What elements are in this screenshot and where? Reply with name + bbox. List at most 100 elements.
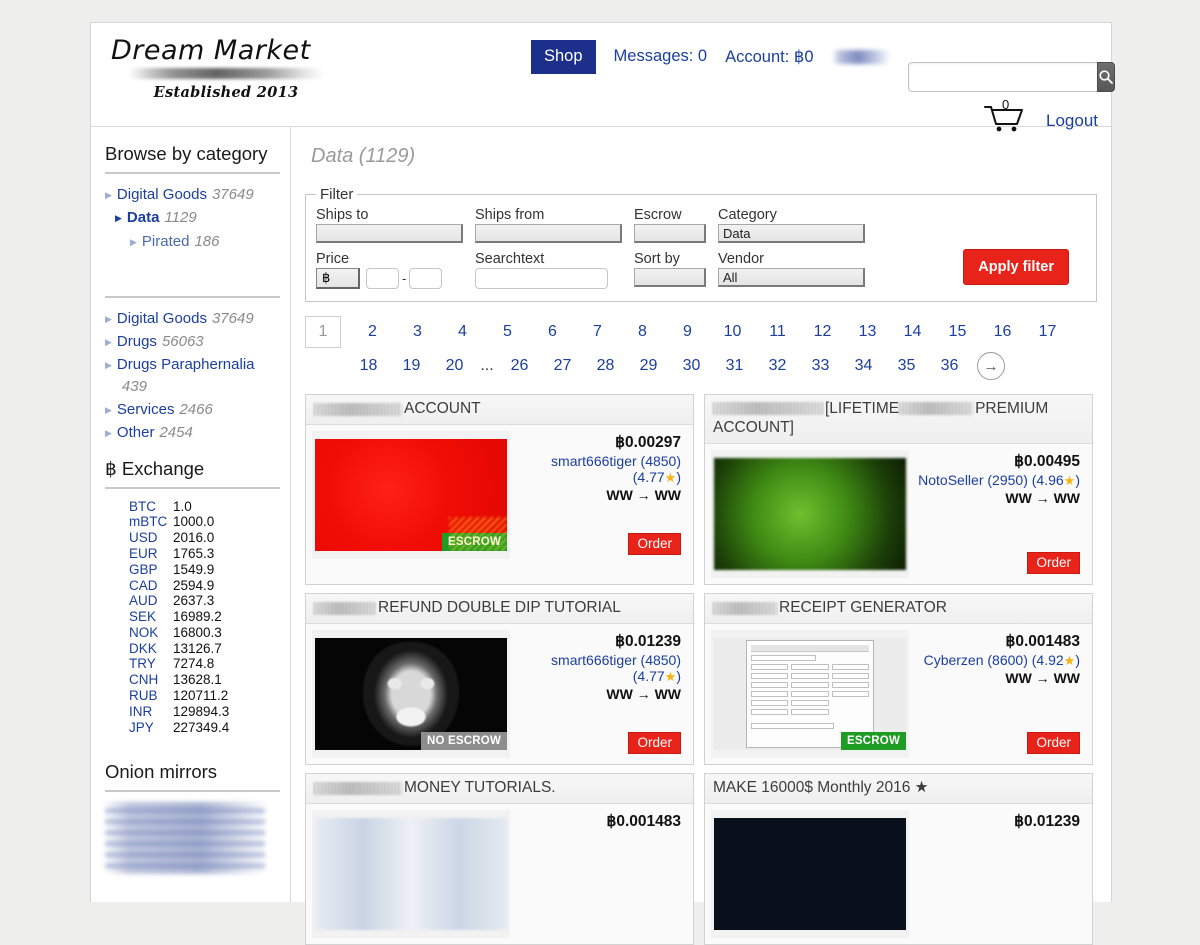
page-link[interactable]: 34 — [842, 357, 885, 375]
nav-shop-button[interactable]: Shop — [531, 40, 596, 74]
sidebar-item-digital-goods[interactable]: ▶ Digital Goods 37649 — [105, 184, 280, 205]
searchtext-input[interactable] — [475, 268, 608, 289]
vendor-rating-close: ) — [1075, 651, 1080, 668]
page-link[interactable]: 36 — [928, 357, 971, 375]
product-card[interactable]: RECEIPT GENERATOR ESCROW ฿0.001483 Cyber… — [704, 592, 1093, 765]
page-link[interactable]: 5 — [485, 323, 530, 341]
order-button[interactable]: Order — [1027, 731, 1080, 754]
window-titlebar — [751, 644, 869, 652]
sidebar-all-services[interactable]: ▶ Services 2466 — [105, 399, 280, 420]
product-title[interactable]: [LIFETIME PREMIUM ACCOUNT] — [705, 395, 1092, 444]
site-logo[interactable]: Dream Market Established 2013 — [111, 37, 361, 101]
page-link[interactable]: 28 — [584, 357, 627, 375]
sort-by-select[interactable] — [634, 268, 706, 287]
logout-link[interactable]: Logout — [1046, 111, 1098, 131]
product-card[interactable]: ACCOUNT ESCROW ฿0.00297 smart666tiger (4… — [305, 394, 694, 585]
page-link[interactable]: 14 — [890, 323, 935, 341]
page-link[interactable]: 9 — [665, 323, 710, 341]
page-link[interactable]: 27 — [541, 357, 584, 375]
product-thumbnail-wrap[interactable] — [711, 449, 909, 578]
form-field — [751, 722, 834, 729]
page-link[interactable]: 15 — [935, 323, 980, 341]
product-vendor[interactable]: smart666tiger (4850) (4.77★) — [514, 453, 681, 486]
page-body: Browse by category ▶ Digital Goods 37649… — [91, 127, 1111, 945]
page-link[interactable]: 3 — [395, 323, 440, 341]
product-thumbnail-wrap[interactable]: NO ESCROW — [312, 629, 510, 758]
page-link[interactable]: 26 — [498, 357, 541, 375]
product-vendor[interactable]: Cyberzen (8600) (4.92★) — [913, 652, 1080, 669]
product-vendor[interactable]: NotoSeller (2950) (4.96★) — [913, 472, 1080, 489]
product-title[interactable]: ACCOUNT — [306, 395, 693, 425]
sidebar-item-data[interactable]: ▶ Data 1129 — [105, 207, 280, 228]
title-redaction — [314, 781, 402, 795]
product-vendor[interactable]: smart666tiger (4850) (4.77★) — [514, 652, 681, 685]
page-link[interactable]: 33 — [799, 357, 842, 375]
sidebar-item-pirated[interactable]: ▶ Pirated 186 — [105, 231, 280, 252]
sidebar-all-other[interactable]: ▶ Other 2454 — [105, 422, 280, 443]
exchange-heading: ฿ Exchange — [105, 457, 205, 479]
page-link[interactable]: 19 — [390, 357, 433, 375]
product-title[interactable]: MONEY TUTORIALS. — [306, 773, 693, 804]
price-currency-select[interactable]: ฿ — [316, 268, 360, 289]
page-link[interactable]: 18 — [347, 357, 390, 375]
page-link[interactable]: 16 — [980, 323, 1025, 341]
product-title[interactable]: MAKE 16000$ Monthly 2016 ★ — [705, 773, 1092, 804]
product-thumbnail-wrap[interactable] — [711, 809, 909, 938]
product-thumbnail-wrap[interactable]: ESCROW — [711, 629, 909, 758]
chevron-right-icon: ▶ — [105, 313, 112, 324]
form-field — [791, 681, 829, 688]
product-title[interactable]: RECEIPT GENERATOR — [705, 593, 1092, 624]
escrow-select[interactable] — [634, 224, 706, 243]
page-link[interactable]: 31 — [713, 357, 756, 375]
page-link[interactable]: 7 — [575, 323, 620, 341]
page-link[interactable]: 35 — [885, 357, 928, 375]
vendor-name: Cyberzen — [923, 651, 984, 668]
logo-redaction — [129, 68, 324, 79]
page-link[interactable]: 10 — [710, 323, 755, 341]
page-link[interactable]: 29 — [627, 357, 670, 375]
ships-to-select[interactable] — [316, 224, 463, 243]
product-card[interactable]: [LIFETIME PREMIUM ACCOUNT] ฿0.00495 NotoS… — [704, 394, 1093, 585]
page-link[interactable]: 32 — [756, 357, 799, 375]
page-link[interactable]: 4 — [440, 323, 485, 341]
product-card[interactable]: MONEY TUTORIALS. ฿0.001483 — [305, 772, 694, 945]
product-card[interactable]: MAKE 16000$ Monthly 2016 ★ ฿0.01239 — [704, 772, 1093, 945]
page-link[interactable]: 30 — [670, 357, 713, 375]
apply-filter-button[interactable]: Apply filter — [963, 249, 1069, 285]
form-field — [751, 699, 789, 706]
vendor-select[interactable]: All — [718, 268, 865, 287]
escrow-badge: ESCROW — [841, 731, 906, 750]
product-thumbnail-wrap[interactable]: ESCROW — [312, 431, 510, 559]
nav-account-link[interactable]: Account: ฿0 — [725, 47, 813, 67]
cart-widget[interactable]: 0 — [981, 97, 1025, 133]
product-title[interactable]: REFUND DOUBLE DIP TUTORIAL — [306, 593, 693, 624]
sidebar-all-drugs-paraphernalia[interactable]: ▶ Drugs Paraphernalia 439 — [105, 354, 280, 397]
search-input[interactable] — [908, 62, 1097, 92]
order-button[interactable]: Order — [628, 731, 681, 754]
page-link[interactable]: 13 — [845, 323, 890, 341]
pagination-row-1: 1 2 3 4 5 6 7 8 9 10 11 12 13 14 15 16 1 — [305, 316, 1097, 348]
sidebar-all-drugs[interactable]: ▶ Drugs 56063 — [105, 331, 280, 352]
product-thumbnail — [315, 817, 507, 930]
page-link[interactable]: 20 — [433, 357, 476, 375]
ships-from-select[interactable] — [475, 224, 622, 243]
product-card[interactable]: REFUND DOUBLE DIP TUTORIAL NO ESCROW ฿0.… — [305, 592, 694, 765]
product-thumbnail-wrap[interactable] — [312, 809, 510, 938]
page-link[interactable]: 12 — [800, 323, 845, 341]
page-link[interactable]: 11 — [755, 323, 800, 341]
page-link[interactable]: 2 — [350, 323, 395, 341]
search-button[interactable] — [1097, 62, 1115, 92]
sort-by-label: Sort by — [634, 251, 680, 267]
category-select[interactable]: Data — [718, 224, 865, 243]
page-link[interactable]: 6 — [530, 323, 575, 341]
exchange-row: EUR 1765.3 — [129, 546, 280, 562]
page-link[interactable]: 8 — [620, 323, 665, 341]
page-link[interactable]: 17 — [1025, 323, 1070, 341]
order-button[interactable]: Order — [628, 533, 681, 555]
price-max-input[interactable] — [409, 268, 443, 289]
nav-messages-link[interactable]: Messages: 0 — [614, 47, 708, 66]
price-min-input[interactable] — [366, 268, 399, 289]
order-button[interactable]: Order — [1027, 551, 1080, 574]
next-page-button[interactable]: → — [977, 352, 1005, 380]
sidebar-all-digital-goods[interactable]: ▶ Digital Goods 37649 — [105, 308, 280, 329]
